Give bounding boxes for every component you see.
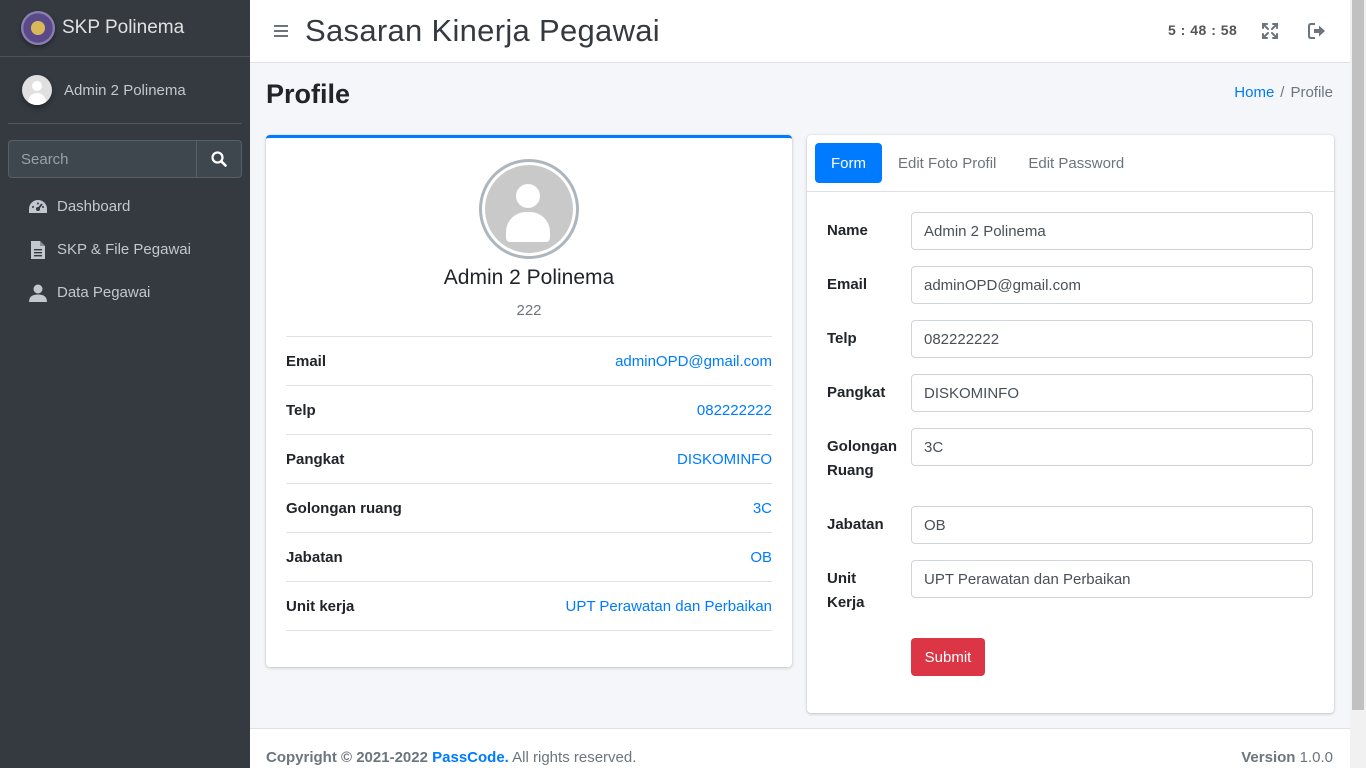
rights-text: All rights reserved.	[512, 749, 637, 766]
fullscreen-icon[interactable]	[1261, 22, 1279, 40]
user-name[interactable]: Admin 2 Polinema	[64, 82, 186, 99]
brand-text: SKP Polinema	[62, 17, 185, 38]
header-title: Sasaran Kinerja Pegawai	[305, 13, 660, 48]
pangkat-field[interactable]	[911, 374, 1313, 412]
sidebar-item-label: Data Pegawai	[57, 284, 151, 301]
file-icon	[28, 240, 48, 259]
info-value[interactable]: UPT Perawatan dan Perbaikan	[565, 598, 772, 615]
sidebar: SKP Polinema Admin 2 Polinema Dashboard …	[0, 0, 250, 768]
unit-kerja-label-line1: Unit	[827, 570, 857, 587]
brand-logo	[21, 11, 55, 45]
info-label: Jabatan	[286, 548, 343, 566]
form-row-unit-kerja: Unit Kerja	[827, 560, 911, 615]
form-row-email: Email	[827, 266, 911, 297]
form-row-pangkat: Pangkat	[827, 374, 911, 405]
info-label: Golongan ruang	[286, 499, 402, 517]
version-label: Version	[1241, 749, 1296, 766]
golongan-field[interactable]	[911, 428, 1313, 466]
search-input[interactable]	[8, 140, 196, 178]
list-item: Jabatan OB	[286, 533, 772, 582]
unit-kerja-label: Unit Kerja	[827, 560, 911, 615]
golongan-label-line1: Golongan	[827, 438, 897, 455]
info-label: Pangkat	[286, 450, 345, 468]
sidebar-item-skp-file[interactable]: SKP & File Pegawai	[0, 228, 250, 271]
form-row-golongan: Golongan Ruang	[827, 428, 911, 483]
telp-field[interactable]	[911, 320, 1313, 358]
footer: Copyright © 2021-2022 PassCode. All righ…	[250, 728, 1350, 768]
sidebar-item-dashboard[interactable]: Dashboard	[0, 185, 250, 228]
profile-name: Admin 2 Polinema	[443, 266, 615, 289]
version-number: 1.0.0	[1299, 749, 1333, 766]
list-item: Golongan ruang 3C	[286, 484, 772, 533]
sidebar-item-label: SKP & File Pegawai	[57, 241, 191, 258]
form-row-name: Name	[827, 212, 911, 243]
tab-form[interactable]: Form	[815, 143, 882, 183]
profile-form-card: Form Edit Foto Profil Edit Password Name…	[807, 135, 1334, 713]
brand-link[interactable]: SKP Polinema	[0, 0, 250, 57]
profile-id: 222	[516, 302, 542, 319]
tab-bar: Form Edit Foto Profil Edit Password	[807, 135, 1334, 192]
profile-avatar	[479, 159, 579, 259]
search-icon	[211, 151, 227, 167]
golongan-label: Golongan Ruang	[827, 428, 911, 483]
sidebar-nav: Dashboard SKP & File Pegawai Data Pegawa…	[0, 185, 250, 314]
breadcrumb-home-link[interactable]: Home	[1234, 84, 1274, 101]
pangkat-label: Pangkat	[827, 384, 886, 401]
list-item: Telp 082222222	[286, 386, 772, 435]
tab-edit-password[interactable]: Edit Password	[1012, 143, 1140, 183]
profile-card: Admin 2 Polinema 222 Email adminOPD@gmail…	[266, 135, 792, 667]
logout-icon[interactable]	[1308, 22, 1326, 40]
breadcrumb: Home / Profile	[1234, 84, 1333, 101]
user-panel[interactable]: Admin 2 Polinema	[8, 57, 242, 124]
info-label: Telp	[286, 401, 316, 419]
footer-copyright: Copyright © 2021-2022 PassCode. All righ…	[266, 749, 636, 766]
unit-kerja-field[interactable]	[911, 560, 1313, 598]
sidebar-item-data-pegawai[interactable]: Data Pegawai	[0, 271, 250, 314]
page-title: Profile	[266, 79, 351, 109]
list-item: Pangkat DISKOMINFO	[286, 435, 772, 484]
telp-label: Telp	[827, 330, 857, 347]
avatar	[22, 75, 52, 105]
user-icon	[28, 284, 48, 302]
list-item: Unit kerja UPT Perawatan dan Perbaikan	[286, 582, 772, 631]
search-button[interactable]	[196, 140, 242, 178]
top-navbar: Sasaran Kinerja Pegawai 5 : 48 : 58	[250, 0, 1350, 63]
info-value[interactable]: 3C	[753, 500, 772, 517]
form-row-jabatan: Jabatan	[827, 506, 911, 537]
name-label: Name	[827, 222, 868, 239]
info-label: Unit kerja	[286, 597, 355, 615]
info-value[interactable]: 082222222	[697, 402, 772, 419]
golongan-label-line2: Ruang	[827, 462, 874, 479]
info-label: Email	[286, 352, 327, 370]
name-field[interactable]	[911, 212, 1313, 250]
tachometer-icon	[28, 199, 48, 215]
email-label: Email	[827, 276, 868, 293]
user-placeholder-icon	[485, 165, 573, 253]
email-field[interactable]	[911, 266, 1313, 304]
sidebar-search	[8, 140, 242, 178]
profile-info-list: Email adminOPD@gmail.com Telp 082222222 Pa…	[286, 336, 772, 631]
info-value[interactable]: OB	[750, 549, 772, 566]
breadcrumb-separator: /	[1280, 84, 1285, 101]
info-value[interactable]: adminOPD@gmail.com	[615, 353, 772, 370]
submit-button[interactable]: Submit	[911, 638, 985, 676]
unit-kerja-label-line2: Kerja	[827, 594, 865, 611]
sidebar-item-label: Dashboard	[57, 198, 131, 215]
tab-edit-foto-profil[interactable]: Edit Foto Profil	[882, 143, 1012, 183]
jabatan-label: Jabatan	[827, 516, 884, 533]
form-row-telp: Telp	[827, 320, 911, 351]
company-link[interactable]: PassCode.	[432, 749, 509, 766]
copyright-text: Copyright © 2021-2022	[266, 749, 428, 766]
info-value[interactable]: DISKOMINFO	[677, 451, 772, 468]
clock: 5 : 48 : 58	[1168, 22, 1238, 38]
menu-toggle-icon[interactable]	[274, 24, 288, 38]
list-item: Email adminOPD@gmail.com	[286, 337, 772, 386]
footer-version: Version 1.0.0	[1241, 749, 1333, 766]
scrollbar-thumb[interactable]	[1352, 0, 1364, 710]
jabatan-field[interactable]	[911, 506, 1313, 544]
breadcrumb-current: Profile	[1290, 84, 1333, 101]
